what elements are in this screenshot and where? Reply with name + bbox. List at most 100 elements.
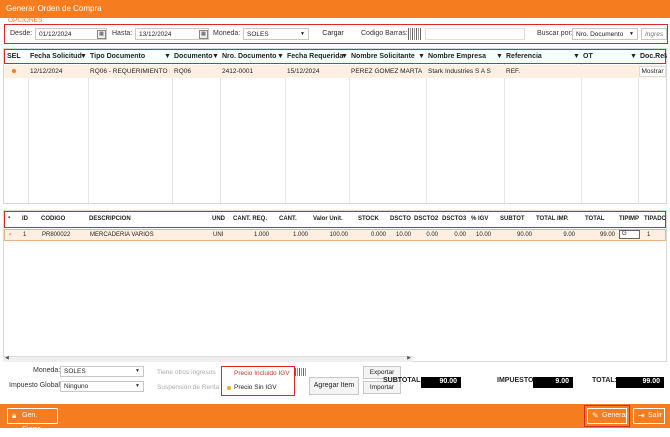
row-selected-indicator[interactable] [12,69,16,73]
impuesto-total-label: IMPUESTO: [497,377,536,384]
col-sel[interactable]: SEL [7,53,21,60]
moneda-select[interactable]: SOLES ▼ [243,28,309,40]
requests-header-row: SEL Fecha Solicitud ▼ Tipo Documento ▼ D… [4,49,667,64]
scroll-right-icon[interactable]: ▶ [407,355,411,361]
col-referencia[interactable]: Referencia [506,53,542,60]
gen-cierre-button[interactable]: 🔒︎ Gen. Cierre [7,408,58,433]
precio-incluido-igv-radio[interactable]: Precio Incluido IGV [234,370,290,377]
precio-sin-igv-radio[interactable]: Precio Sin IGV [234,384,277,391]
desde-calendar-icon[interactable]: ▦ [97,30,106,39]
col-tipo-documento[interactable]: Tipo Documento [90,53,145,60]
filter-icon[interactable]: ▼ [341,53,348,60]
salir-label: Salir [648,412,663,419]
col-cant-req[interactable]: CANT. REQ. [233,216,267,222]
cell-id: 1 [23,232,27,238]
filter-icon[interactable]: ▼ [418,53,425,60]
cell-codigo: PR800022 [42,232,71,238]
cell-cant-req[interactable]: 1.000 [233,232,269,238]
col-tipimp[interactable]: TIPIMP [619,216,639,222]
filter-icon[interactable]: ▼ [630,53,637,60]
col-dscto[interactable]: DSCTO [390,216,411,222]
col-nro-documento[interactable]: Nro. Documento [222,53,276,60]
chevron-down-icon: ▼ [629,31,634,37]
buscar-por-label: Buscar por: [537,30,573,37]
cell-total-imp: 9.00 [563,232,575,238]
cell-igv: 10.00 [475,232,491,238]
col-descripcion[interactable]: DESCRIPCION [89,216,131,222]
filter-icon[interactable]: ▼ [164,53,171,60]
col-und[interactable]: UND [212,216,225,222]
col-subtot[interactable]: SUBTOT [500,216,525,222]
col-nombre-solicitante[interactable]: Nombre Solicitante [351,53,415,60]
items-grid: ▪ ID CODIGO DESCRIPCION UND CANT. REQ. C… [3,210,667,362]
filter-icon[interactable]: ▼ [212,53,219,60]
col-fecha-solicitud[interactable]: Fecha Solicitud [30,53,82,60]
scroll-left-icon[interactable]: ◀ [5,355,9,361]
col-documento[interactable]: Documento [174,53,213,60]
total-label: TOTAL: [592,377,618,384]
agregar-item-button[interactable]: Agregar Item [309,377,359,395]
generar-label: Generar [602,412,628,419]
buscar-por-select[interactable]: Nro. Documento ▼ [572,28,638,40]
codigo-barras-label: Codigo Barras: [361,30,408,37]
cell-dscto2[interactable]: 0.00 [413,232,438,238]
cell-valor-unit[interactable]: 100.00 [310,232,348,238]
cell-dscto3[interactable]: 0.00 [440,232,466,238]
filter-icon[interactable]: ▼ [80,53,87,60]
col-fecha-requerida[interactable]: Fecha Requerida [287,53,343,60]
row-indicator-icon: ▪ [9,232,12,238]
suspension-renta-checkbox[interactable]: Suspensión de Renta [157,384,219,391]
col-dscto2[interactable]: DSCTO2 [414,216,438,222]
gen-cierre-label: Gen. Cierre [22,412,42,433]
total-value: 99.00 [616,377,664,388]
cell-cant[interactable]: 1.000 [273,232,308,238]
col-igv[interactable]: % IGV [471,216,488,222]
search-input[interactable] [641,28,667,40]
mostrar-button[interactable]: Mostrar [639,66,666,77]
barcode-icon[interactable] [408,28,422,40]
col-nombre-empresa[interactable]: Nombre Empresa [428,53,486,60]
col-cant[interactable]: CANT. [279,216,297,222]
filter-icon[interactable]: ▼ [496,53,503,60]
col-id[interactable]: ID [22,216,28,222]
col-total-imp[interactable]: TOTAL IMP. [536,216,569,222]
cell-tipadc: 1 [647,232,651,238]
subtotal-label: SUBTOTAL : [383,377,425,384]
cell-dscto[interactable]: 10.00 [388,232,411,238]
col-stock[interactable]: STOCK [358,216,379,222]
cell-documento: RQ06 [174,68,191,75]
grid-scroll-handle-icon[interactable]: ▪ [8,215,10,221]
generar-button[interactable]: ✎ Generar [587,408,628,424]
col-valor-unit[interactable]: Valor Unit. [313,216,343,222]
cell-tipimp[interactable]: G [619,230,640,239]
hasta-label: Hasta: [112,30,133,37]
subtotal-value: 90.00 [421,377,461,388]
salir-button[interactable]: ⇥ Salir [633,408,665,424]
igv-mode-group: Precio Incluido IGV Precio Sin IGV [221,366,295,396]
table-row[interactable]: ▪ 1 PR800022 MERCADERIA VARIOS UNI 1.000… [4,229,666,241]
cell-stock: 0.000 [370,232,386,238]
impuesto-global-select[interactable]: Ninguno ▼ [60,381,144,392]
bottom-moneda-select[interactable]: SOLES ▼ [60,366,144,377]
table-row[interactable]: 12/12/2024 RQ06 - REQUERIMIENTO PR RQ06 … [4,65,666,78]
col-doc-relacionado[interactable]: Doc.Relacionado [640,53,667,60]
edit-icon: ✎ [592,411,599,420]
hasta-calendar-icon[interactable]: ▦ [199,30,208,39]
cargar-button[interactable]: Cargar [313,27,353,41]
col-codigo[interactable]: CODIGO [41,216,65,222]
col-total[interactable]: TOTAL [585,216,604,222]
codigo-barras-input[interactable] [425,28,525,40]
filter-icon[interactable]: ▼ [277,53,284,60]
col-tipadc[interactable]: TIPADC [644,216,666,222]
otros-ingresos-checkbox[interactable]: Tiene otros ingresos [157,369,216,376]
cell-total: 99.00 [599,232,615,238]
barcode-icon [295,368,307,376]
col-ot[interactable]: OT [583,53,593,60]
filter-icon[interactable]: ▼ [573,53,580,60]
col-dscto3[interactable]: DSCTO3 [442,216,466,222]
hasta-date-input[interactable]: 13/12/2024 [135,28,209,40]
options-menu[interactable]: OPCIONES [8,17,42,24]
window-title: Generar Orden de Compra [0,0,670,18]
cell-referencia: REF. [506,68,521,75]
lock-icon: 🔒︎ [12,411,17,420]
